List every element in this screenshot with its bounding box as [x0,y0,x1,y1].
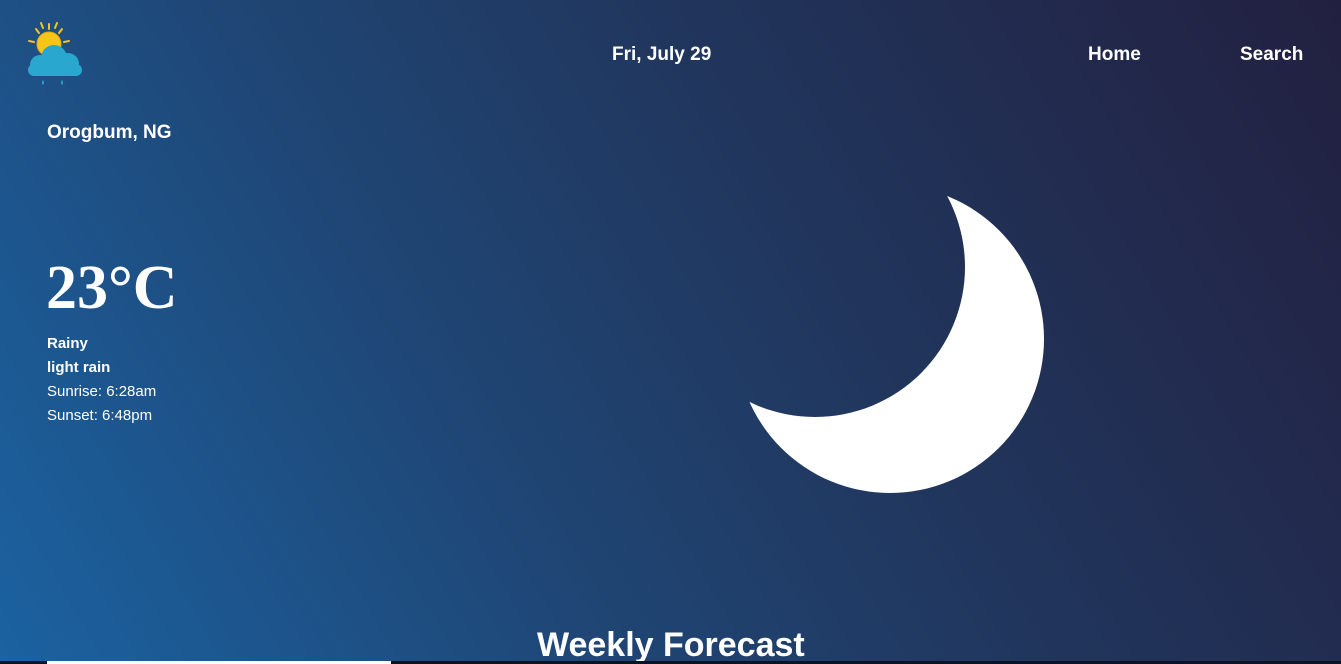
weather-details: Rainy light rain Sunrise: 6:28am Sunset:… [47,332,156,428]
sunrise-label: Sunrise: 6:28am [47,383,157,400]
description-label: light rain [47,359,111,376]
weekly-forecast-title: Weekly Forecast [537,626,805,664]
location-label: Orogbum, NG [47,122,172,143]
condition-label: Rainy [47,335,88,352]
temperature-value: 23°C [46,254,178,322]
weather-logo-icon [24,20,86,90]
current-date: Fri, July 29 [612,44,712,65]
sunset-label: Sunset: 6:48pm [47,407,153,424]
nav-search-link[interactable]: Search [1240,44,1303,66]
nav-home-link[interactable]: Home [1088,44,1141,66]
crescent-moon-icon [736,185,1050,499]
